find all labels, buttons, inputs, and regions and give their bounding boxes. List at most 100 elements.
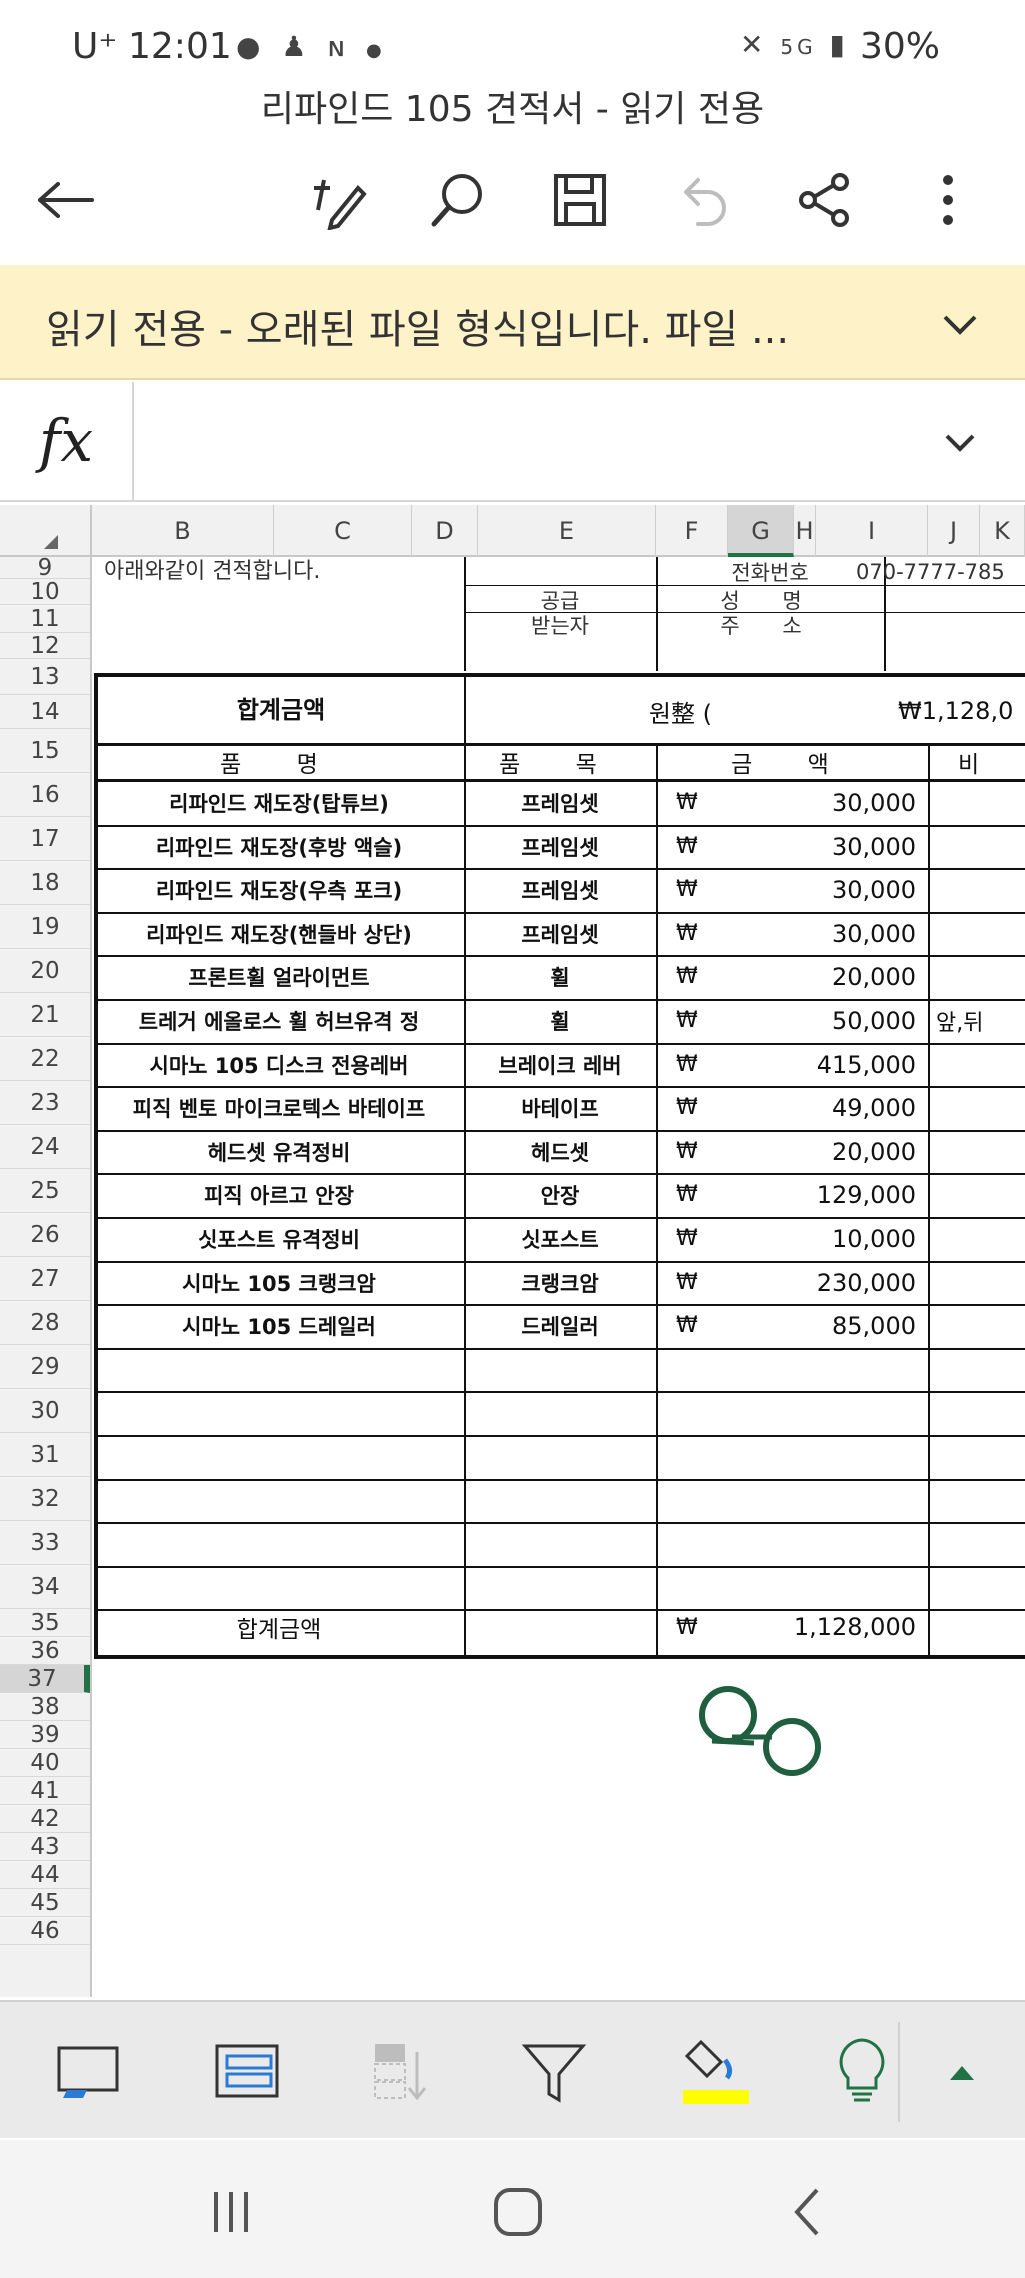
chevron-down-icon[interactable] xyxy=(935,299,985,349)
document-title: 리파인드 105 견적서 - 읽기 전용 xyxy=(260,89,765,130)
row-header-18[interactable]: 18 xyxy=(0,861,90,905)
item-category: 휠 xyxy=(550,1009,570,1034)
row-header-11[interactable]: 11 xyxy=(0,605,90,633)
row-header-44[interactable]: 44 xyxy=(0,1861,90,1889)
undo-icon[interactable] xyxy=(662,160,742,240)
row-header-45[interactable]: 45 xyxy=(0,1889,90,1917)
select-all-corner[interactable] xyxy=(0,505,92,557)
row-header-46[interactable]: 46 xyxy=(0,1917,90,1945)
row-header-28[interactable]: 28 xyxy=(0,1301,90,1345)
row-header-39[interactable]: 39 xyxy=(0,1721,90,1749)
item-amount: 20,000 xyxy=(832,962,916,991)
column-b[interactable]: B xyxy=(92,505,274,557)
sum-label: 합계금액 xyxy=(236,1617,322,1643)
filter-icon[interactable] xyxy=(514,2036,594,2108)
recents-icon[interactable] xyxy=(196,2184,266,2240)
row-header-43[interactable]: 43 xyxy=(0,1833,90,1861)
spreadsheet-grid[interactable]: 아래와같이 견적합니다. 전화번호 070-7777-785 공급 성 명 받는자 주 소합… xyxy=(92,557,1025,1997)
read-only-banner[interactable]: 읽기 전용 - 오래된 파일 형식입니다. 파일 ... xyxy=(0,265,1025,380)
row-header-10[interactable]: 10 xyxy=(0,579,90,605)
row-header-9[interactable]: 9 xyxy=(0,555,90,581)
talk-icon: ● xyxy=(236,30,267,63)
row-header-40[interactable]: 40 xyxy=(0,1749,90,1777)
row-header-32[interactable]: 32 xyxy=(0,1477,90,1521)
row-header-17[interactable]: 17 xyxy=(0,817,90,861)
row-header-24[interactable]: 24 xyxy=(0,1125,90,1169)
item-name: 리파인드 재도장(후방 액슬) xyxy=(155,835,403,860)
row-header-33[interactable]: 33 xyxy=(0,1521,90,1565)
row-header-29[interactable]: 29 xyxy=(0,1345,90,1389)
row-header-13[interactable]: 13 xyxy=(0,659,90,695)
row-header-35[interactable]: 35 xyxy=(0,1609,90,1637)
won-sign: ₩ xyxy=(676,790,698,816)
item-name: 헤드셋 유격정비 xyxy=(207,1140,351,1165)
fill-color-icon[interactable] xyxy=(676,2036,756,2108)
item-category: 싯포스트 xyxy=(521,1227,599,1252)
row-header-25[interactable]: 25 xyxy=(0,1169,90,1213)
row-header-38[interactable]: 38 xyxy=(0,1693,90,1721)
total-amount: ₩1,128,0 xyxy=(898,697,1014,725)
row-header-22[interactable]: 22 xyxy=(0,1037,90,1081)
sum-amount: 1,128,000 xyxy=(793,1613,916,1641)
item-amount: 129,000 xyxy=(816,1180,916,1209)
intro-text: 아래와같이 견적합니다. xyxy=(104,559,321,581)
item-category: 드레일러 xyxy=(521,1314,599,1339)
column-h[interactable]: H xyxy=(794,505,816,557)
row-header-42[interactable]: 42 xyxy=(0,1805,90,1833)
column-k[interactable]: K xyxy=(980,505,1025,557)
embedded-logo-object[interactable] xyxy=(692,1681,832,1781)
table-icon[interactable] xyxy=(208,2036,288,2108)
row-header-16[interactable]: 16 xyxy=(0,773,90,817)
chevron-down-icon[interactable] xyxy=(935,418,985,468)
row-header-19[interactable]: 19 xyxy=(0,905,90,949)
system-nav-bar xyxy=(0,2140,1025,2278)
save-icon[interactable] xyxy=(540,160,620,240)
search-icon[interactable] xyxy=(418,160,498,240)
clock: 12:01 xyxy=(128,26,232,67)
column-f[interactable]: F xyxy=(656,505,728,557)
column-c[interactable]: C xyxy=(274,505,412,557)
more-icon[interactable] xyxy=(908,160,988,240)
item-note xyxy=(928,781,1008,825)
column-e[interactable]: E xyxy=(478,505,656,557)
receiver-label: 받는자 xyxy=(531,614,589,637)
row-header-34[interactable]: 34 xyxy=(0,1565,90,1609)
row-header-14[interactable]: 14 xyxy=(0,695,90,729)
bottom-app-bar xyxy=(0,2000,1025,2138)
row-header-21[interactable]: 21 xyxy=(0,993,90,1037)
row-header-12[interactable]: 12 xyxy=(0,633,90,659)
header-note: 비 xyxy=(958,752,980,778)
row-header-23[interactable]: 23 xyxy=(0,1081,90,1125)
row-header-15[interactable]: 15 xyxy=(0,729,90,773)
column-d[interactable]: D xyxy=(412,505,478,557)
item-category: 바테이프 xyxy=(521,1096,599,1121)
row-header-30[interactable]: 30 xyxy=(0,1389,90,1433)
insert-rows-icon[interactable] xyxy=(360,2036,440,2108)
cell-format-icon[interactable] xyxy=(48,2036,128,2108)
item-name: 시마노 105 디스크 전용레버 xyxy=(149,1053,409,1078)
home-icon[interactable] xyxy=(483,2184,553,2240)
expand-up-icon[interactable] xyxy=(922,2036,1002,2108)
5g-icon: 5G xyxy=(780,35,817,59)
row-header-20[interactable]: 20 xyxy=(0,949,90,993)
back-arrow-icon[interactable] xyxy=(26,160,106,240)
column-j[interactable]: J xyxy=(928,505,980,557)
row-header-26[interactable]: 26 xyxy=(0,1213,90,1257)
row-header-37[interactable]: 37 xyxy=(0,1665,90,1693)
row-header-31[interactable]: 31 xyxy=(0,1433,90,1477)
row-header-36[interactable]: 36 xyxy=(0,1637,90,1665)
lightbulb-icon[interactable] xyxy=(822,2036,902,2108)
header-item: 품 명 xyxy=(220,752,342,778)
table-border-bottom xyxy=(94,1655,1025,1659)
column-i[interactable]: I xyxy=(816,505,928,557)
pen-edit-icon[interactable] xyxy=(298,160,378,240)
share-icon[interactable] xyxy=(784,160,864,240)
won-sign: ₩ xyxy=(676,1008,698,1034)
back-icon[interactable] xyxy=(772,2184,842,2240)
row-header-41[interactable]: 41 xyxy=(0,1777,90,1805)
supply-label: 공급 xyxy=(540,589,580,613)
column-g[interactable]: G xyxy=(728,505,794,557)
row-header-27[interactable]: 27 xyxy=(0,1257,90,1301)
item-amount: 85,000 xyxy=(832,1311,916,1340)
fx-icon[interactable]: fx xyxy=(0,382,134,500)
